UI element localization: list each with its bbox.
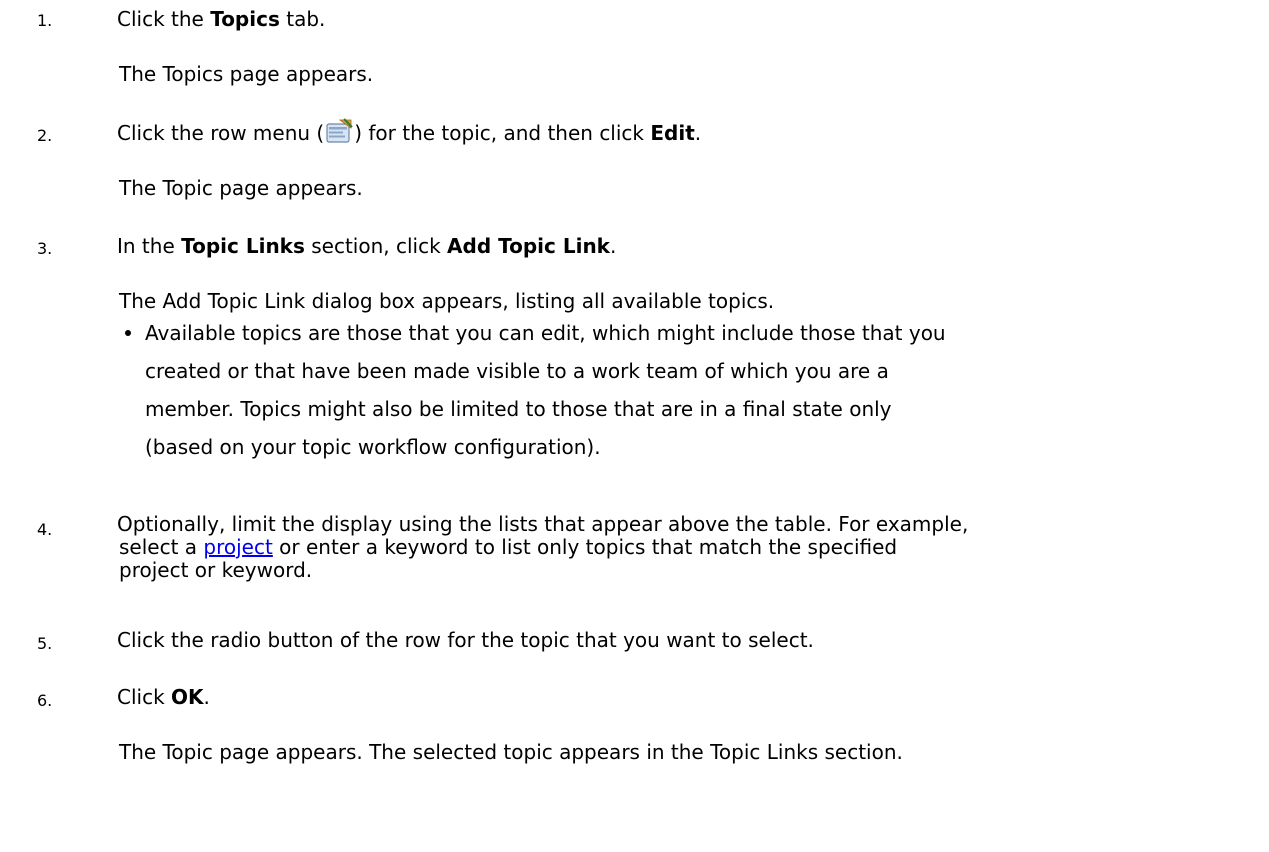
ui-term: OK [171, 685, 204, 709]
step-instruction: Click the radio button of the row for th… [117, 628, 814, 652]
step-instruction: Click OK. [117, 683, 210, 711]
instruction-text: section, click [304, 234, 448, 258]
step-number: 6. [37, 691, 53, 710]
step-instruction-line: select a project or enter a keyword to l… [119, 536, 897, 559]
step-result: The Topic page appears. The selected top… [119, 740, 903, 764]
instruction-text: Click [117, 685, 172, 709]
bullet-line: created or that have been made visible t… [145, 359, 889, 383]
instruction-text: select a [119, 535, 204, 559]
bullet-line: (based on your topic workflow configurat… [145, 435, 601, 459]
bullet-line: Available topics are those that you can … [145, 321, 946, 345]
instruction-text: In the [117, 234, 182, 258]
step-result: The Topics page appears. [119, 62, 374, 86]
document-page: { "steps": [ { "number": "1.", "pre": "C… [0, 0, 1269, 852]
instruction-text: . [694, 121, 702, 145]
instruction-text: . [203, 685, 210, 709]
step-instruction: In the Topic Links section, click Add To… [117, 232, 616, 260]
bullet-icon [125, 330, 131, 336]
ui-term: Topics [210, 7, 280, 31]
instruction-text: Click the row menu ( [117, 121, 325, 145]
instruction-text: . [609, 234, 617, 258]
step-instruction: Click the Topics tab. [117, 5, 325, 33]
step-result: The Topic page appears. [119, 176, 363, 200]
ui-term: Topic Links [181, 234, 305, 258]
step-instruction-line: Optionally, limit the display using the … [117, 512, 969, 536]
step-instruction: Click the row menu ( ) for the topic, an… [117, 118, 701, 147]
instruction-text: Click the [117, 7, 211, 31]
instruction-text: ) for the topic, and then click [354, 121, 651, 145]
step-number: 1. [37, 11, 53, 30]
step-number: 4. [37, 520, 53, 539]
instruction-text: tab. [279, 7, 326, 31]
instruction-text: or enter a keyword to list only topics t… [272, 535, 898, 559]
bullet-line: member. Topics might also be limited to … [145, 397, 892, 421]
project-link[interactable]: project [203, 535, 272, 559]
ui-term: Edit [650, 121, 695, 145]
step-number: 2. [37, 126, 53, 145]
ui-term: Add Topic Link [447, 234, 610, 258]
row-menu-icon [324, 118, 354, 146]
step-number: 5. [37, 634, 53, 653]
step-number: 3. [37, 239, 53, 258]
step-result: The Add Topic Link dialog box appears, l… [119, 289, 775, 313]
step-instruction-line: project or keyword. [119, 558, 313, 582]
